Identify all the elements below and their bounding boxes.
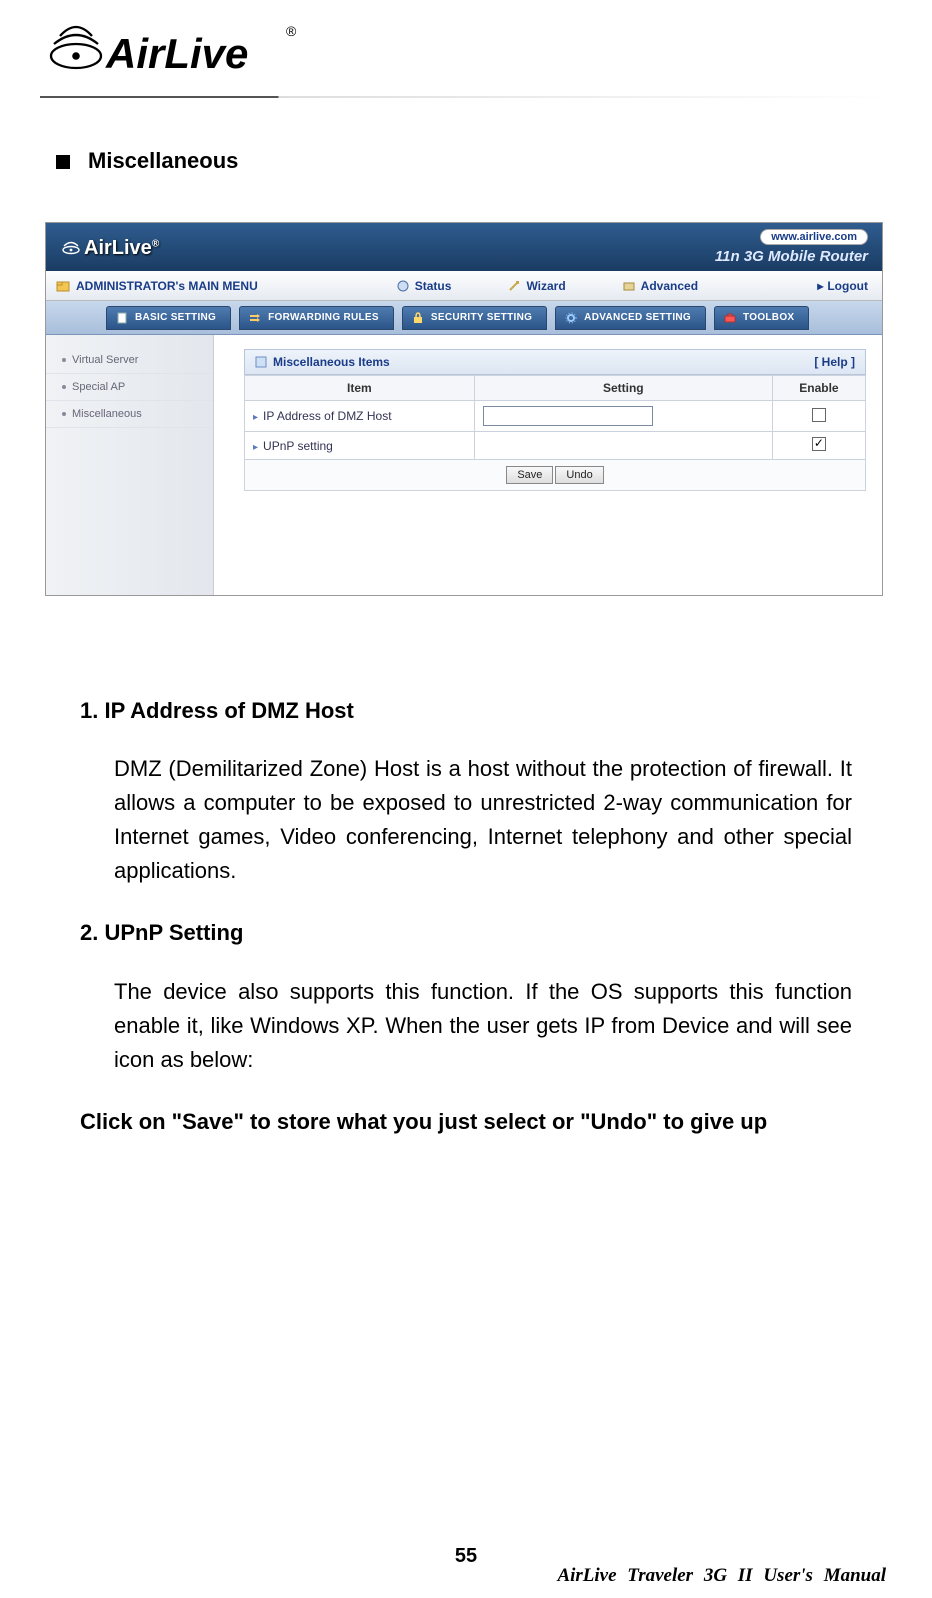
- col-item: Item: [245, 376, 475, 401]
- table-row: ▸IP Address of DMZ Host: [245, 401, 866, 432]
- footer-manual-title: AirLive Traveler 3G II User's Manual: [557, 1565, 886, 1587]
- caret-icon: ▸: [253, 442, 258, 453]
- closing-instruction: Click on "Save" to store what you just s…: [80, 1105, 852, 1139]
- status-icon: [396, 279, 410, 293]
- svg-text:AirLive: AirLive: [105, 30, 248, 77]
- item-title: UPnP Setting: [104, 920, 243, 945]
- section-heading: Miscellaneous: [56, 148, 892, 174]
- main-menu-bar: ADMINISTRATOR's MAIN MENU Status Wizard …: [46, 271, 882, 301]
- brand-logo: AirLive ®: [40, 10, 892, 88]
- tab-basic-setting[interactable]: BASIC SETTING: [106, 306, 231, 330]
- undo-button[interactable]: Undo: [555, 466, 603, 484]
- svg-text:®: ®: [286, 23, 297, 39]
- caret-icon: ▸: [253, 412, 258, 423]
- wizard-icon: [507, 279, 521, 293]
- sidebar-item-special-ap[interactable]: Special AP: [46, 374, 213, 401]
- ui-logo: AirLive®: [60, 235, 159, 260]
- item-number: 2.: [80, 920, 98, 945]
- help-link[interactable]: [ Help ]: [814, 355, 855, 369]
- folder-icon: [56, 279, 70, 293]
- tab-security-setting[interactable]: SECURITY SETTING: [402, 306, 547, 330]
- item-title: IP Address of DMZ Host: [104, 698, 353, 723]
- settings-table: Item Setting Enable ▸IP Address of DMZ H…: [244, 375, 866, 491]
- document-body: 1. IP Address of DMZ Host DMZ (Demilitar…: [80, 694, 852, 1139]
- gear-icon: [564, 311, 578, 325]
- dmz-enable-checkbox[interactable]: [812, 408, 826, 422]
- site-url-badge: www.airlive.com: [760, 229, 868, 245]
- save-button[interactable]: Save: [506, 466, 553, 484]
- tab-advanced-setting[interactable]: ADVANCED SETTING: [555, 306, 706, 330]
- item-description: The device also supports this function. …: [114, 975, 852, 1077]
- tab-bar: BASIC SETTING FORWARDING RULES SECURITY …: [46, 301, 882, 335]
- menu-logout[interactable]: ▸Logout: [817, 279, 882, 293]
- menu-wizard[interactable]: Wizard: [479, 279, 593, 293]
- tab-forwarding-rules[interactable]: FORWARDING RULES: [239, 306, 394, 330]
- main-menu-title: ADMINISTRATOR's MAIN MENU: [46, 279, 268, 293]
- sidebar: Virtual Server Special AP Miscellaneous: [46, 335, 214, 595]
- item-description: DMZ (Demilitarized Zone) Host is a host …: [114, 752, 852, 888]
- table-row: ▸UPnP setting: [245, 432, 866, 460]
- lock-icon: [411, 311, 425, 325]
- arrows-icon: [248, 311, 262, 325]
- router-ui-screenshot: AirLive® www.airlive.com 11n 3G Mobile R…: [45, 222, 883, 596]
- sidebar-item-virtual-server[interactable]: Virtual Server: [46, 347, 213, 374]
- menu-advanced[interactable]: Advanced: [594, 279, 726, 293]
- menu-status[interactable]: Status: [368, 279, 480, 293]
- item-number: 1.: [80, 698, 98, 723]
- bullet-icon: [56, 155, 70, 169]
- col-setting: Setting: [474, 376, 772, 401]
- button-row: SaveUndo: [245, 460, 866, 491]
- doc-icon: [115, 311, 129, 325]
- advanced-icon: [622, 279, 636, 293]
- ui-header: AirLive® www.airlive.com 11n 3G Mobile R…: [46, 223, 882, 271]
- dmz-host-input[interactable]: [483, 406, 653, 426]
- upnp-enable-checkbox[interactable]: [812, 437, 826, 451]
- product-tagline: 11n 3G Mobile Router: [715, 248, 868, 265]
- panel-icon: [255, 356, 267, 368]
- panel-header: Miscellaneous Items [ Help ]: [244, 349, 866, 375]
- tab-toolbox[interactable]: TOOLBOX: [714, 306, 809, 330]
- sidebar-item-miscellaneous[interactable]: Miscellaneous: [46, 401, 213, 428]
- header-divider: [40, 96, 892, 98]
- col-enable: Enable: [772, 376, 865, 401]
- toolbox-icon: [723, 311, 737, 325]
